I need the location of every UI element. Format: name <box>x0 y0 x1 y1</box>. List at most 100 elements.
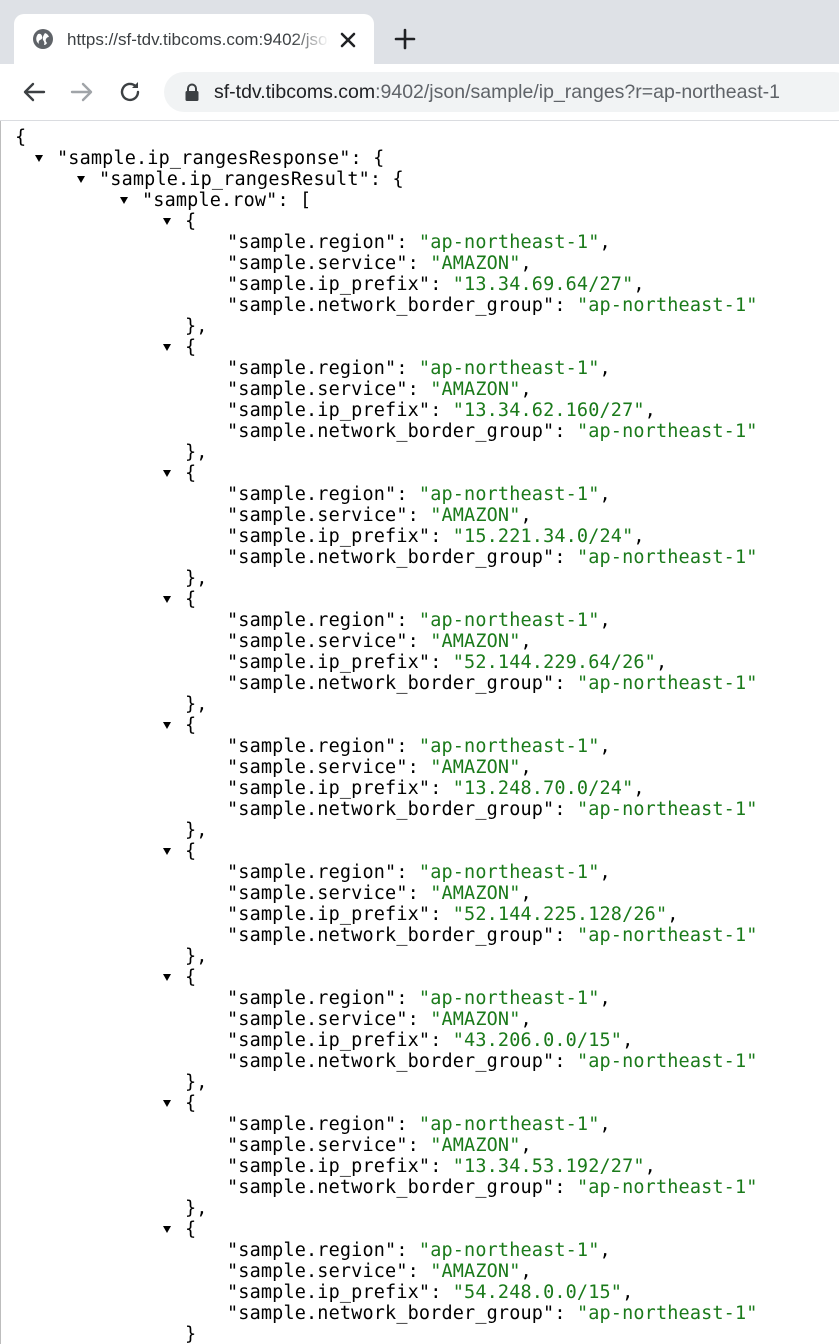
json-key: "sample.ip_prefix" <box>227 1282 431 1303</box>
json-property-text: "sample.service": "AMAZON", <box>227 379 532 400</box>
json-property-text: "sample.region": "ap-northeast-1", <box>227 232 611 253</box>
json-line: { <box>1 127 69 148</box>
object-close-brace: } <box>185 1324 197 1344</box>
json-key: "sample.service" <box>227 883 408 904</box>
json-line: }, <box>1 1072 207 1093</box>
json-property-text: "sample.service": "AMAZON", <box>227 253 532 274</box>
json-property-text: "sample.region": "ap-northeast-1", <box>227 1240 611 1261</box>
json-key: "sample.service" <box>227 253 408 274</box>
json-key: "sample.network_border_group" <box>227 673 555 694</box>
json-property-text: "sample.network_border_group": "ap-north… <box>227 1051 758 1072</box>
object-open-brace: { <box>185 967 197 988</box>
json-line: }, <box>1 694 207 715</box>
collapse-toggle-icon[interactable] <box>163 218 171 225</box>
json-property: "sample.network_border_group": "ap-north… <box>1 1303 757 1324</box>
json-property-text: "sample.service": "AMAZON", <box>227 1009 532 1030</box>
json-property: "sample.service": "AMAZON", <box>1 1009 532 1030</box>
json-property-text: "sample.region": "ap-northeast-1", <box>227 484 611 505</box>
json-property: "sample.service": "AMAZON", <box>1 757 532 778</box>
json-property-text: "sample.ip_prefix": "54.248.0.0/15", <box>227 1282 634 1303</box>
collapse-toggle-icon[interactable] <box>35 155 43 162</box>
object-open-brace: { <box>185 463 197 484</box>
json-string-value: "ap-northeast-1" <box>418 862 600 883</box>
json-property: "sample.service": "AMAZON", <box>1 253 532 274</box>
json-key: "sample.region" <box>227 1114 397 1135</box>
json-string-value: "43.206.0.0/15" <box>452 1030 623 1051</box>
object-open-brace: { <box>185 715 197 736</box>
object-close-brace: }, <box>185 442 208 463</box>
json-key: "sample.region" <box>227 862 397 883</box>
arrow-left-icon[interactable] <box>20 78 48 106</box>
object-close-brace: }, <box>185 946 208 967</box>
address-bar[interactable]: sf-tdv.tibcoms.com:9402/json/sample/ip_r… <box>164 72 839 112</box>
object-open-brace: { <box>185 337 197 358</box>
json-key: "sample.ip_prefix" <box>227 778 431 799</box>
arrow-right-icon[interactable] <box>68 78 96 106</box>
collapse-toggle-icon[interactable] <box>163 848 171 855</box>
json-property: "sample.region": "ap-northeast-1", <box>1 610 611 631</box>
json-key: "sample.service" <box>227 631 408 652</box>
json-property-text: "sample.ip_prefix": "13.34.62.160/27", <box>227 400 656 421</box>
json-key: "sample.ip_rangesResult" <box>99 169 370 190</box>
json-property: "sample.region": "ap-northeast-1", <box>1 862 611 883</box>
json-property-text: "sample.ip_prefix": "13.34.53.192/27", <box>227 1156 656 1177</box>
json-line: { <box>1 337 196 358</box>
json-string-value: "ap-northeast-1" <box>576 1177 758 1198</box>
json-rows: {"sample.region": "ap-northeast-1", "samp… <box>1 211 757 1344</box>
collapse-toggle-icon[interactable] <box>163 974 171 981</box>
url-text[interactable]: sf-tdv.tibcoms.com:9402/json/sample/ip_r… <box>214 80 780 104</box>
collapse-toggle-icon[interactable] <box>77 176 85 183</box>
json-key: "sample.row" <box>142 190 278 211</box>
json-key: "sample.network_border_group" <box>227 1051 555 1072</box>
json-line: { <box>1 967 196 988</box>
json-line: }, <box>1 820 207 841</box>
json-property-text: "sample.network_border_group": "ap-north… <box>227 799 758 820</box>
json-key: "sample.region" <box>227 736 397 757</box>
json-property: "sample.region": "ap-northeast-1", <box>1 232 611 253</box>
json-property-text: "sample.service": "AMAZON", <box>227 757 532 778</box>
json-property: "sample.region": "ap-northeast-1", <box>1 1240 611 1261</box>
json-string-value: "ap-northeast-1" <box>418 1240 600 1261</box>
json-string-value: "AMAZON" <box>430 1261 521 1282</box>
json-key-line: "sample.row": [ <box>142 190 312 211</box>
json-key: "sample.service" <box>227 379 408 400</box>
json-property: "sample.ip_prefix": "43.206.0.0/15", <box>1 1030 633 1051</box>
json-string-value: "ap-northeast-1" <box>418 484 600 505</box>
lock-icon[interactable] <box>182 82 202 102</box>
json-property-text: "sample.ip_prefix": "52.144.225.128/26", <box>227 904 679 925</box>
collapse-toggle-icon[interactable] <box>163 1100 171 1107</box>
json-line: "sample.ip_rangesResult": { <box>1 169 404 190</box>
json-property: "sample.ip_prefix": "52.144.225.128/26", <box>1 904 678 925</box>
plus-icon[interactable] <box>392 26 418 52</box>
collapse-toggle-icon[interactable] <box>163 344 171 351</box>
json-property: "sample.network_border_group": "ap-north… <box>1 925 757 946</box>
collapse-toggle-icon[interactable] <box>163 1226 171 1233</box>
json-string-value: "ap-northeast-1" <box>576 673 758 694</box>
json-key: "sample.ip_rangesResponse" <box>57 148 351 169</box>
json-string-value: "ap-northeast-1" <box>576 547 758 568</box>
collapse-toggle-icon[interactable] <box>163 722 171 729</box>
json-property-text: "sample.network_border_group": "ap-north… <box>227 673 758 694</box>
json-key: "sample.ip_prefix" <box>227 1156 431 1177</box>
json-property-text: "sample.network_border_group": "ap-north… <box>227 1303 758 1324</box>
object-close-brace: }, <box>185 694 208 715</box>
object-open-brace: { <box>185 211 197 232</box>
browser-tab[interactable]: https://sf-tdv.tibcoms.com:9402/json/sam… <box>14 14 374 64</box>
json-property-text: "sample.ip_prefix": "15.221.34.0/24", <box>227 526 645 547</box>
json-property: "sample.service": "AMAZON", <box>1 631 532 652</box>
json-line: { <box>1 715 196 736</box>
reload-icon[interactable] <box>116 78 144 106</box>
json-key: "sample.region" <box>227 1240 397 1261</box>
json-property-text: "sample.network_border_group": "ap-north… <box>227 1177 758 1198</box>
json-property: "sample.ip_prefix": "15.221.34.0/24", <box>1 526 645 547</box>
json-string-value: "ap-northeast-1" <box>418 232 600 253</box>
json-property-text: "sample.ip_prefix": "13.248.70.0/24", <box>227 778 645 799</box>
json-key-line: "sample.ip_rangesResponse": { <box>57 148 385 169</box>
collapse-toggle-icon[interactable] <box>163 470 171 477</box>
collapse-toggle-icon[interactable] <box>120 197 128 204</box>
close-icon[interactable] <box>336 28 360 52</box>
collapse-toggle-icon[interactable] <box>163 596 171 603</box>
tab-strip: https://sf-tdv.tibcoms.com:9402/json/sam… <box>0 0 839 64</box>
json-key: "sample.network_border_group" <box>227 1177 555 1198</box>
json-key: "sample.region" <box>227 232 397 253</box>
